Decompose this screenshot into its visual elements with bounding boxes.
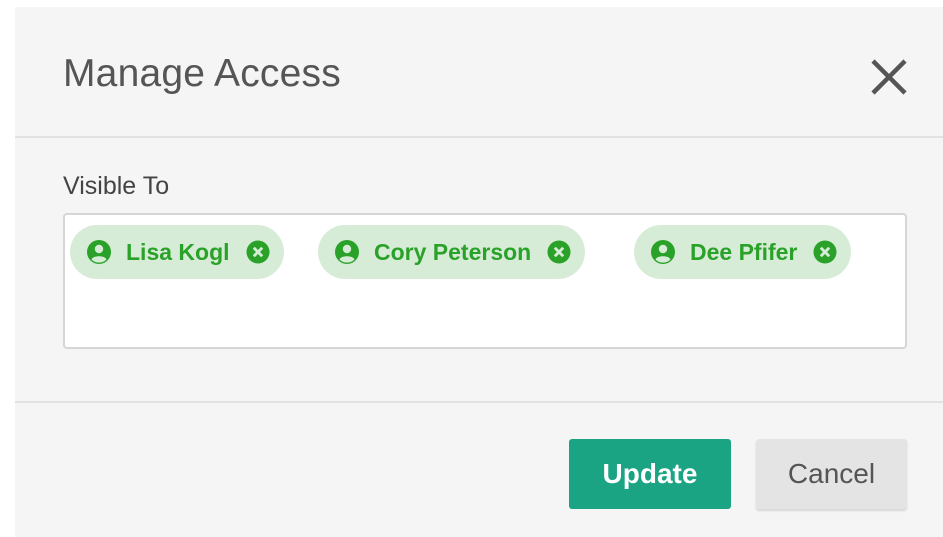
update-button[interactable]: Update [569,439,731,509]
user-tag-name: Lisa Kogl [126,238,230,265]
user-circle-icon [87,240,111,264]
remove-circle-icon[interactable] [547,240,571,264]
close-button[interactable] [867,55,911,99]
manage-access-dialog: Manage Access Visible To Lisa Kogl Cory … [15,7,943,537]
dialog-header: Manage Access [15,7,943,138]
close-icon [871,59,907,95]
remove-circle-icon[interactable] [246,240,270,264]
user-tag-cory-peterson: Cory Peterson [318,225,586,279]
visible-to-label: Visible To [63,172,170,200]
footer-divider [15,401,943,403]
user-circle-icon [651,240,675,264]
dialog-title: Manage Access [63,52,341,95]
user-tag-lisa-kogl: Lisa Kogl [70,225,284,279]
user-circle-icon [335,240,359,264]
remove-circle-icon[interactable] [813,240,837,264]
user-tag-name: Dee Pfifer [690,238,798,265]
visible-to-input[interactable]: Lisa Kogl Cory Peterson Dee Pfifer [63,213,907,349]
user-tag-dee-pfifer: Dee Pfifer [634,225,852,279]
user-tag-name: Cory Peterson [374,238,532,265]
cancel-button[interactable]: Cancel [756,439,907,509]
